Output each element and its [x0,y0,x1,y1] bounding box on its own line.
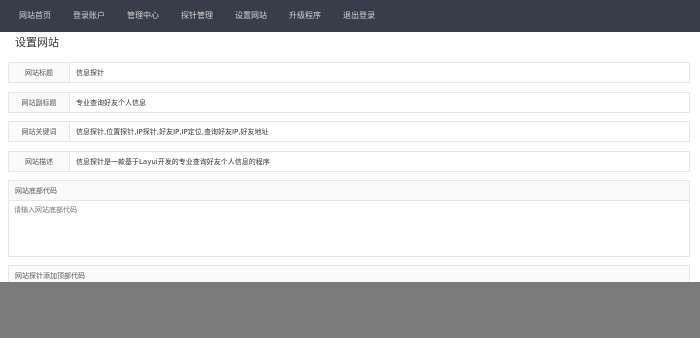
site-subtitle-label: 网站副标题 [9,93,70,112]
nav-probe-management[interactable]: 探针管理 [170,0,224,32]
top-navigation-bar: 网站首页 登录账户 管理中心 探针管理 设置网站 升级程序 退出登录 [0,0,700,32]
site-subtitle-row: 网站副标题 专业查询好友个人信息 [8,92,690,113]
bottom-gray-overlay [0,282,700,338]
page-title: 设置网站 [15,36,59,49]
site-title-label: 网站标题 [9,63,70,82]
site-keywords-label: 网站关键词 [9,122,70,141]
nav-site-settings[interactable]: 设置网站 [224,0,278,32]
site-keywords-row: 网站关键词 信息探针,位置探针,IP探针,好友IP,IP定位,查询好友IP,好友… [8,121,690,142]
nav-admin-center[interactable]: 管理中心 [116,0,170,32]
site-title-row: 网站标题 信息探针 [8,62,690,83]
nav-home[interactable]: 网站首页 [8,0,62,32]
site-title-input[interactable]: 信息探针 [70,63,689,82]
nav-upgrade[interactable]: 升级程序 [278,0,332,32]
site-description-label: 网站描述 [9,152,70,171]
footer-code-block: 网站底部代码 [8,180,690,257]
site-description-input[interactable]: 信息探针是一款基于Layui开发的专业查询好友个人信息的程序 [70,152,689,171]
site-subtitle-input[interactable]: 专业查询好友个人信息 [70,93,689,112]
site-description-row: 网站描述 信息探针是一款基于Layui开发的专业查询好友个人信息的程序 [8,151,690,172]
footer-code-textarea[interactable] [9,201,689,256]
nav-login-account[interactable]: 登录账户 [62,0,116,32]
site-keywords-input[interactable]: 信息探针,位置探针,IP探针,好友IP,IP定位,查询好友IP,好友地址 [70,122,689,141]
footer-code-label: 网站底部代码 [9,181,689,201]
nav-logout[interactable]: 退出登录 [332,0,386,32]
